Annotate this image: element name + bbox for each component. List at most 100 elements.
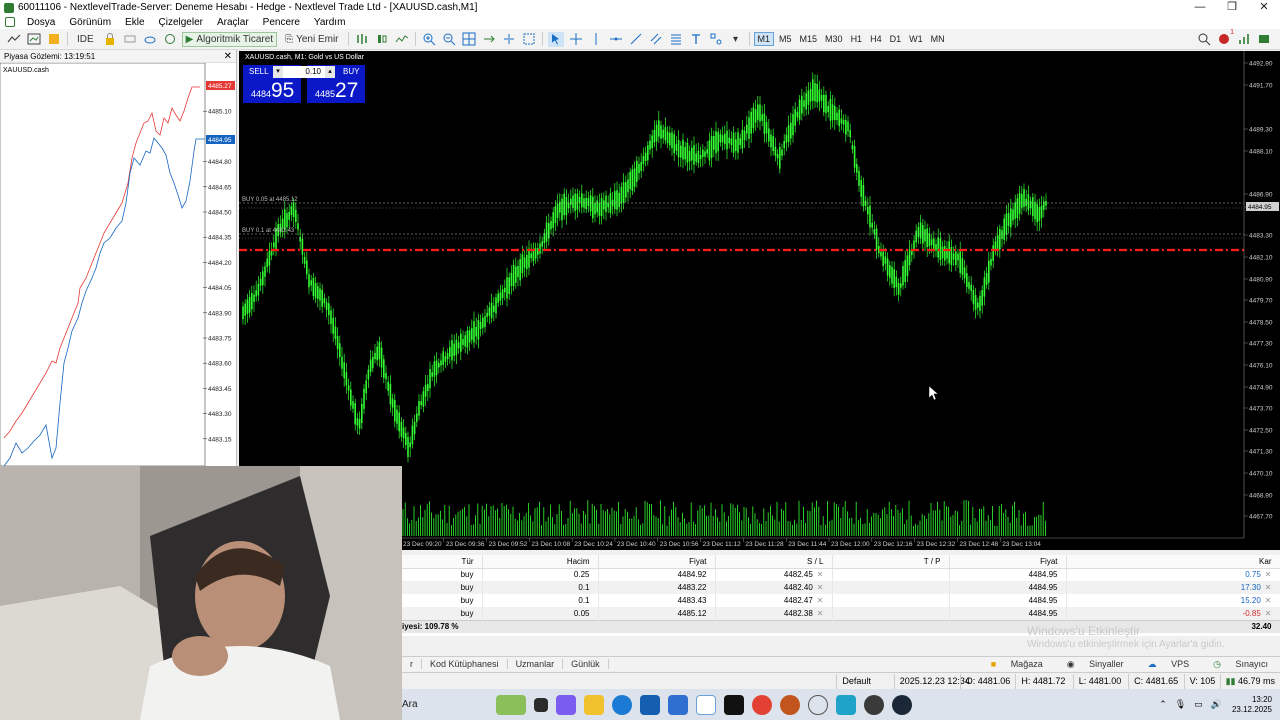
app-icon-orange[interactable] xyxy=(780,694,800,715)
shapes-icon[interactable] xyxy=(708,32,724,47)
timeframe-m30[interactable]: M30 xyxy=(822,33,846,45)
timeframe-m1[interactable]: M1 xyxy=(753,32,775,46)
table-row[interactable]: buy 0.1 4483.22 4482.40 ✕ 4484.95 17.30 ✕ xyxy=(402,581,1280,594)
cursor-icon[interactable] xyxy=(547,31,564,47)
col-tp[interactable]: T / P xyxy=(832,555,950,569)
table-row[interactable]: buy 0.05 4485.12 4482.38 ✕ 4484.95 -0.85 ✕ xyxy=(402,607,1280,620)
close-position-icon[interactable]: ✕ xyxy=(1261,596,1272,605)
timeframe-h4[interactable]: H4 xyxy=(867,33,885,45)
menu-insert[interactable]: Ekle xyxy=(125,17,144,28)
metatrader-icon[interactable] xyxy=(696,694,716,715)
tester-link[interactable]: ◷ Sınayıcı xyxy=(1201,659,1280,670)
close-icon[interactable]: ✕ xyxy=(224,51,232,62)
lot-size-field[interactable]: ▾ 0.10 ▴ xyxy=(273,66,335,78)
trendline-icon[interactable] xyxy=(628,32,644,47)
row-sl[interactable]: 4482.47 ✕ xyxy=(715,594,833,607)
remove-sl-icon[interactable]: ✕ xyxy=(813,583,824,592)
app-icon-cyan[interactable] xyxy=(836,694,856,715)
app-icon-dark[interactable] xyxy=(864,694,884,715)
text-icon[interactable] xyxy=(688,32,704,47)
remove-sl-icon[interactable]: ✕ xyxy=(813,570,824,579)
timeframe-w1[interactable]: W1 xyxy=(906,33,926,45)
notifications-icon[interactable]: 1 xyxy=(1216,29,1234,47)
col-profit[interactable]: Kar xyxy=(1066,555,1280,569)
timeframe-d1[interactable]: D1 xyxy=(887,33,905,45)
zoom-in-icon[interactable] xyxy=(421,32,437,47)
close-position-icon[interactable]: ✕ xyxy=(1261,570,1272,579)
taskbar-search[interactable]: Ara xyxy=(402,694,492,716)
menu-view[interactable]: Görünüm xyxy=(69,17,111,28)
timeframe-m15[interactable]: M15 xyxy=(797,33,821,45)
row-tp[interactable] xyxy=(832,607,950,620)
monitor-icon[interactable]: ▭ xyxy=(1194,699,1203,710)
bars-icon[interactable] xyxy=(122,32,138,47)
store-icon[interactable] xyxy=(640,694,660,715)
fibonacci-icon[interactable] xyxy=(668,32,684,47)
templates-icon[interactable] xyxy=(26,32,42,47)
account-icon[interactable] xyxy=(1256,32,1272,47)
col-volume[interactable]: Hacim xyxy=(482,555,599,569)
row-sl[interactable]: 4482.45 ✕ xyxy=(715,568,833,581)
menu-tools[interactable]: Araçlar xyxy=(217,17,249,28)
tradingview-icon[interactable] xyxy=(724,694,744,715)
tab-code-base[interactable]: Kod Kütüphanesi xyxy=(422,659,508,669)
timeframe-mn[interactable]: MN xyxy=(928,33,948,45)
taskbar-clock[interactable]: 13:20 23.12.2025 xyxy=(1232,695,1272,715)
market-link[interactable]: ■ Mağaza xyxy=(979,659,1055,669)
tab-experts[interactable]: Uzmanlar xyxy=(508,659,564,669)
menu-help[interactable]: Yardım xyxy=(314,17,346,28)
zoom-out-icon[interactable] xyxy=(441,32,457,47)
restore-button[interactable]: ❐ xyxy=(1216,0,1248,15)
outlook-icon[interactable] xyxy=(668,694,688,715)
vps-link[interactable]: ☁ VPS xyxy=(1136,659,1202,670)
remove-sl-icon[interactable]: ✕ xyxy=(813,596,824,605)
menu-file[interactable]: Dosya xyxy=(27,17,55,28)
col-sl[interactable]: S / L xyxy=(715,555,833,569)
table-row[interactable]: buy 0.1 4483.43 4482.47 ✕ 4484.95 15.20 ✕ xyxy=(402,594,1280,607)
settings-icon[interactable] xyxy=(808,694,828,715)
copilot-icon[interactable] xyxy=(556,694,576,715)
widgets-icon[interactable] xyxy=(496,694,526,715)
edge-icon[interactable] xyxy=(612,694,632,715)
lot-increase-icon[interactable]: ▴ xyxy=(325,66,335,78)
chart-shift-icon[interactable] xyxy=(501,32,517,47)
chevron-down-icon[interactable]: ▾ xyxy=(728,32,744,47)
task-view-icon[interactable] xyxy=(534,697,548,712)
new-order-button[interactable]: ⎘ Yeni Emir xyxy=(281,32,342,47)
row-tp[interactable] xyxy=(832,568,950,581)
menu-charts[interactable]: Çizelgeler xyxy=(159,17,203,28)
tray-expand-icon[interactable]: ⌃ xyxy=(1159,699,1167,710)
horizontal-line-icon[interactable] xyxy=(608,32,624,47)
close-position-icon[interactable]: ✕ xyxy=(1261,583,1272,592)
crosshair-icon[interactable] xyxy=(568,32,584,47)
col-current-price[interactable]: Fiyat xyxy=(949,555,1067,569)
menu-app-icon[interactable] xyxy=(5,17,15,27)
volume-icon[interactable]: 🔊 xyxy=(1211,699,1222,710)
signals-link[interactable]: ◉ Sinyaller xyxy=(1055,659,1136,670)
lot-decrease-icon[interactable]: ▾ xyxy=(273,66,283,78)
line-chart-icon[interactable] xyxy=(394,32,410,47)
chart-type-icon[interactable] xyxy=(6,32,22,47)
lock-icon[interactable] xyxy=(102,32,118,47)
signal-icon[interactable] xyxy=(1236,32,1252,47)
row-sl[interactable]: 4482.40 ✕ xyxy=(715,581,833,594)
timeframe-m5[interactable]: M5 xyxy=(776,33,795,45)
close-button[interactable]: ✕ xyxy=(1248,0,1280,15)
steam-icon[interactable] xyxy=(892,694,912,715)
table-row[interactable]: buy 0.25 4484.92 4482.45 ✕ 4484.95 0.75 ✕ xyxy=(402,568,1280,581)
profiles-icon[interactable] xyxy=(46,32,62,47)
channel-icon[interactable] xyxy=(648,32,664,47)
col-type[interactable]: Tür xyxy=(402,555,483,569)
tab-journal[interactable]: Günlük xyxy=(563,659,609,669)
file-explorer-icon[interactable] xyxy=(584,694,604,715)
tab-partial[interactable]: r xyxy=(402,659,422,669)
chrome-icon[interactable] xyxy=(752,694,772,715)
search-icon[interactable] xyxy=(1196,32,1212,47)
remove-sl-icon[interactable]: ✕ xyxy=(813,609,824,618)
col-price[interactable]: Fiyat xyxy=(598,555,716,569)
row-tp[interactable] xyxy=(832,594,950,607)
refresh-icon[interactable] xyxy=(162,32,178,47)
vertical-line-icon[interactable] xyxy=(588,32,604,47)
row-tp[interactable] xyxy=(832,581,950,594)
algo-trading-button[interactable]: ▶ Algoritmik Ticaret xyxy=(181,31,278,47)
